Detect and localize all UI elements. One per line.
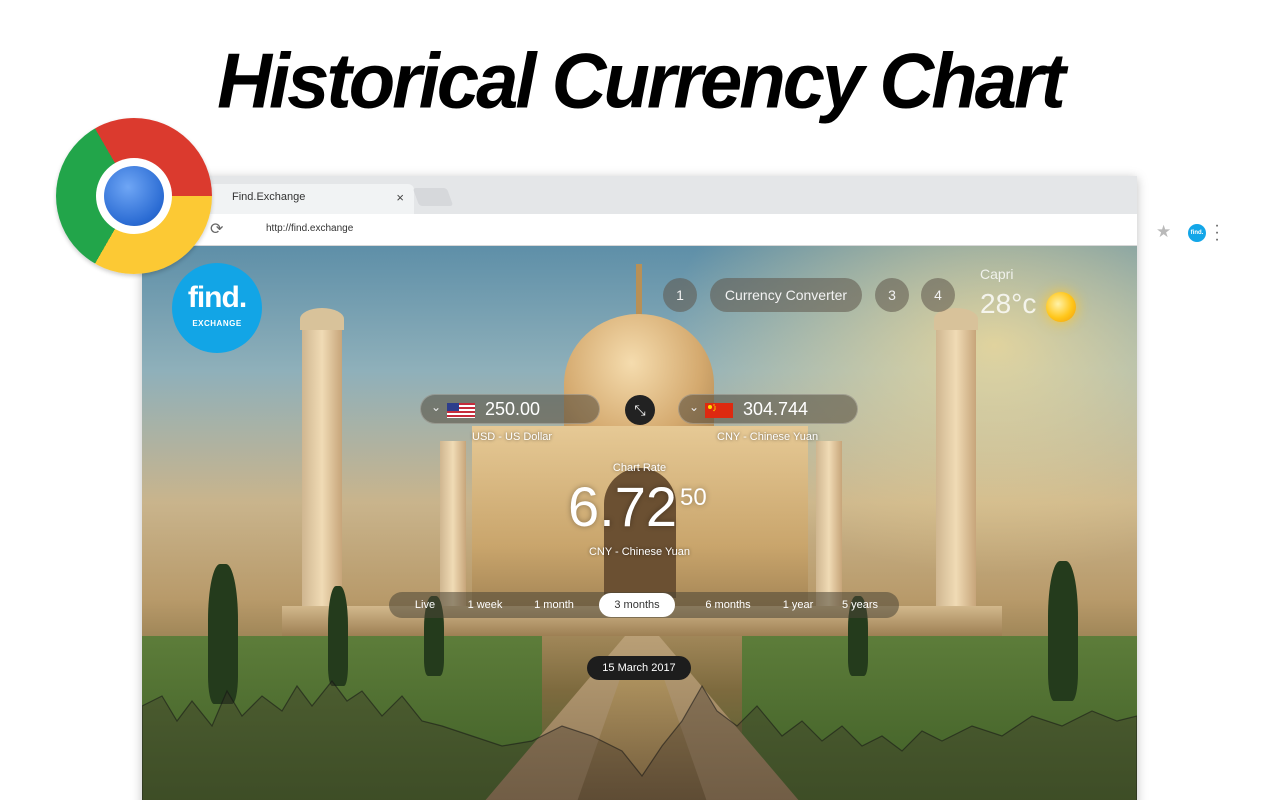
nav-button-1[interactable]: 1	[663, 278, 697, 312]
chrome-logo-core	[104, 166, 164, 226]
minaret-right	[936, 326, 976, 626]
dome-spire	[636, 264, 642, 320]
find-exchange-logo[interactable]: find. EXCHANGE	[172, 263, 262, 353]
chrome-logo	[56, 118, 212, 274]
sun-icon	[1046, 292, 1076, 322]
swap-currencies-button[interactable]: ⤡	[625, 395, 655, 425]
chevron-down-icon[interactable]: ⌄	[689, 400, 699, 414]
range-live[interactable]: Live	[403, 592, 447, 618]
browser-menu-icon[interactable]: · · ·	[1214, 218, 1220, 248]
close-tab-icon[interactable]: ×	[396, 190, 404, 205]
minaret-left	[302, 326, 342, 626]
browser-tab[interactable]: Find.Exchange ×	[208, 184, 414, 214]
to-currency-selector[interactable]: ⌄ 304.744	[678, 394, 858, 424]
address-bar[interactable]: http://find.exchange ★ find. · · ·	[242, 218, 1220, 248]
new-tab-button[interactable]	[412, 188, 454, 206]
rate-decimals: 50	[680, 484, 707, 511]
browser-window: Find.Exchange × ⟳ http://find.exchange ★…	[142, 176, 1220, 800]
chevron-down-icon[interactable]: ⌄	[431, 400, 441, 414]
screenshot: Historical Currency Chart Find.Exchange …	[0, 0, 1280, 800]
cn-flag-icon	[705, 403, 733, 418]
area-path	[142, 680, 1137, 800]
find-extension-icon[interactable]: find.	[1188, 224, 1206, 242]
range-selector: Live 1 week 1 month 3 months 6 months 1 …	[389, 592, 899, 618]
nav-button-3[interactable]: 3	[875, 278, 909, 312]
to-amount[interactable]: 304.744	[743, 399, 808, 420]
range-1-year[interactable]: 1 year	[773, 592, 823, 618]
url-text: http://find.exchange	[266, 223, 354, 234]
us-flag-icon	[447, 403, 475, 418]
rate-label: Chart Rate	[612, 462, 667, 474]
from-currency-selector[interactable]: ⌄ 250.00	[420, 394, 600, 424]
logo-sub: EXCHANGE	[192, 319, 242, 328]
headline: Historical Currency Chart	[217, 38, 1066, 125]
range-3-months[interactable]: 3 months	[599, 593, 675, 617]
tab-title: Find.Exchange	[232, 191, 306, 203]
selected-date: 15 March 2017	[587, 656, 691, 680]
tab-strip: Find.Exchange ×	[142, 176, 1137, 214]
from-amount[interactable]: 250.00	[485, 399, 540, 420]
reload-icon[interactable]: ⟳	[210, 219, 223, 239]
range-5-years[interactable]: 5 years	[831, 592, 889, 618]
rate-main: 6.72	[568, 475, 677, 538]
weather-city: Capri	[980, 266, 1014, 282]
bookmark-star-icon[interactable]: ★	[1156, 222, 1171, 242]
minaret-cap	[300, 308, 344, 330]
nav-button-4[interactable]: 4	[921, 278, 955, 312]
page-viewport: find. EXCHANGE 1 Currency Converter 3 4 …	[142, 246, 1137, 800]
range-1-week[interactable]: 1 week	[455, 592, 515, 618]
nav-button-currency-converter[interactable]: Currency Converter	[710, 278, 862, 312]
from-currency-name: USD - US Dollar	[472, 431, 553, 443]
rate-currency: CNY - Chinese Yuan	[588, 546, 691, 558]
to-currency-name: CNY - Chinese Yuan	[717, 431, 819, 443]
history-area-chart	[142, 680, 1137, 800]
logo-word: find.	[187, 281, 247, 314]
weather-temp: 28°c	[980, 288, 1037, 319]
range-6-months[interactable]: 6 months	[691, 592, 765, 618]
browser-toolbar: ⟳ http://find.exchange ★ find. · · ·	[142, 214, 1220, 248]
range-1-month[interactable]: 1 month	[521, 592, 587, 618]
